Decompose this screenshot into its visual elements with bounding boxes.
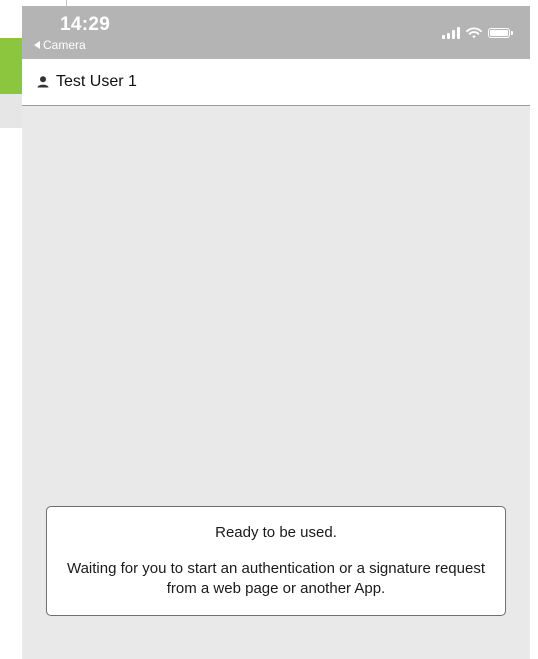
- screen-frame: 14:29 Camera Test User 1 Ready to be use…: [0, 0, 538, 659]
- status-time: 14:29: [60, 14, 111, 35]
- status-title: Ready to be used.: [215, 524, 337, 541]
- user-name: Test User 1: [56, 73, 137, 90]
- back-arrow-icon: [34, 41, 40, 49]
- left-edge-top: [0, 0, 22, 38]
- user-icon: [37, 76, 49, 88]
- battery-icon: [488, 28, 513, 38]
- phone-screen: 14:29 Camera Test User 1 Ready to be use…: [22, 6, 530, 659]
- status-bar: 14:29 Camera: [22, 6, 530, 59]
- status-card: Ready to be used. Waiting for you to sta…: [46, 506, 506, 616]
- signal-icon: [442, 27, 460, 39]
- left-green-tab: [0, 38, 22, 94]
- back-app-label: Camera: [43, 38, 86, 52]
- status-message: Waiting for you to start an authenticati…: [66, 560, 485, 597]
- user-bar[interactable]: Test User 1: [22, 59, 530, 106]
- status-icons: [442, 27, 513, 39]
- left-gray-tab: [0, 94, 22, 128]
- back-to-app-link[interactable]: Camera: [34, 38, 86, 52]
- wifi-icon: [466, 27, 482, 39]
